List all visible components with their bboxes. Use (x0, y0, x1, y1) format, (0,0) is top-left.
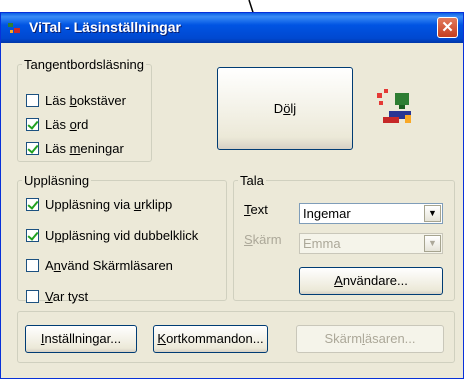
keyboard-reading-group: Tangentbordsläsning Läs bokstäver Läs or… (17, 57, 152, 162)
kortkommandon-button[interactable]: Kortkommandon... (153, 325, 268, 353)
checkbox-las-ord[interactable]: Läs ord (26, 116, 88, 132)
close-button[interactable]: ✕ (437, 17, 458, 38)
checkbox-box[interactable] (26, 141, 39, 155)
checkbox-box[interactable] (26, 117, 39, 131)
installningar-button[interactable]: Inställningar... (25, 325, 137, 353)
checkbox-box[interactable] (26, 258, 39, 272)
text-voice-value: Ingemar (303, 206, 351, 221)
dolj-button[interactable]: Dölj (217, 67, 353, 150)
checkbox-label: Uppläsning via urklipp (45, 196, 173, 212)
dialog-window: ViTal - Läsinställningar ✕ Tangentbordsl… (0, 12, 464, 379)
chevron-down-icon[interactable]: ▼ (424, 235, 441, 252)
checkbox-label: Läs meningar (45, 140, 124, 156)
speak-group: Tala Text Ingemar ▼ Skärm Emma ▼ Använda… (233, 173, 455, 301)
checkbox-label: Läs bokstäver (45, 92, 126, 108)
vital-app-icon (8, 23, 20, 33)
checkbox-box[interactable] (26, 289, 39, 303)
checkbox-label: Var tyst (45, 288, 89, 304)
screen-voice-label: Skärm (244, 232, 282, 247)
screen-voice-select[interactable]: Emma ▼ (299, 233, 443, 254)
skarmlasaren-button[interactable]: Skärmläsaren... (296, 325, 444, 353)
checkbox-las-bokstaver[interactable]: Läs bokstäver (26, 92, 126, 108)
checkbox-box[interactable] (26, 93, 39, 107)
speak-legend: Tala (240, 173, 264, 188)
screen-voice-value: Emma (303, 236, 341, 251)
bottom-button-group: Inställningar... Kortkommandon... Skärml… (17, 311, 455, 363)
keyboard-reading-legend: Tangentbordsläsning (24, 57, 144, 72)
checkbox-var-tyst[interactable]: Var tyst (26, 288, 88, 304)
vital-logo-icon (377, 89, 411, 123)
checkbox-box[interactable] (26, 228, 39, 242)
chevron-down-icon[interactable]: ▼ (424, 205, 441, 222)
anvandare-button[interactable]: Användare... (299, 267, 443, 295)
checkbox-label: Uppläsning vid dubbelklick (45, 227, 199, 243)
window-title: ViTal - Läsinställningar (29, 19, 181, 35)
reading-legend: Uppläsning (24, 173, 90, 188)
checkbox-box[interactable] (26, 197, 39, 211)
checkbox-label: Använd Skärmläsaren (45, 257, 173, 273)
title-bar[interactable]: ViTal - Läsinställningar ✕ (1, 13, 463, 43)
checkbox-anvand-skarmlasaren[interactable]: Använd Skärmläsaren (26, 257, 173, 273)
checkbox-upplasning-via-urklipp[interactable]: Uppläsning via urklipp (26, 196, 172, 212)
checkbox-upplasning-dubbelklick[interactable]: Uppläsning vid dubbelklick (26, 227, 198, 243)
text-voice-select[interactable]: Ingemar ▼ (299, 203, 443, 224)
text-voice-label: Text (244, 202, 268, 217)
checkbox-las-meningar[interactable]: Läs meningar (26, 140, 124, 156)
reading-group: Uppläsning Uppläsning via urklipp Uppläs… (17, 173, 227, 304)
checkbox-label: Läs ord (45, 116, 89, 132)
